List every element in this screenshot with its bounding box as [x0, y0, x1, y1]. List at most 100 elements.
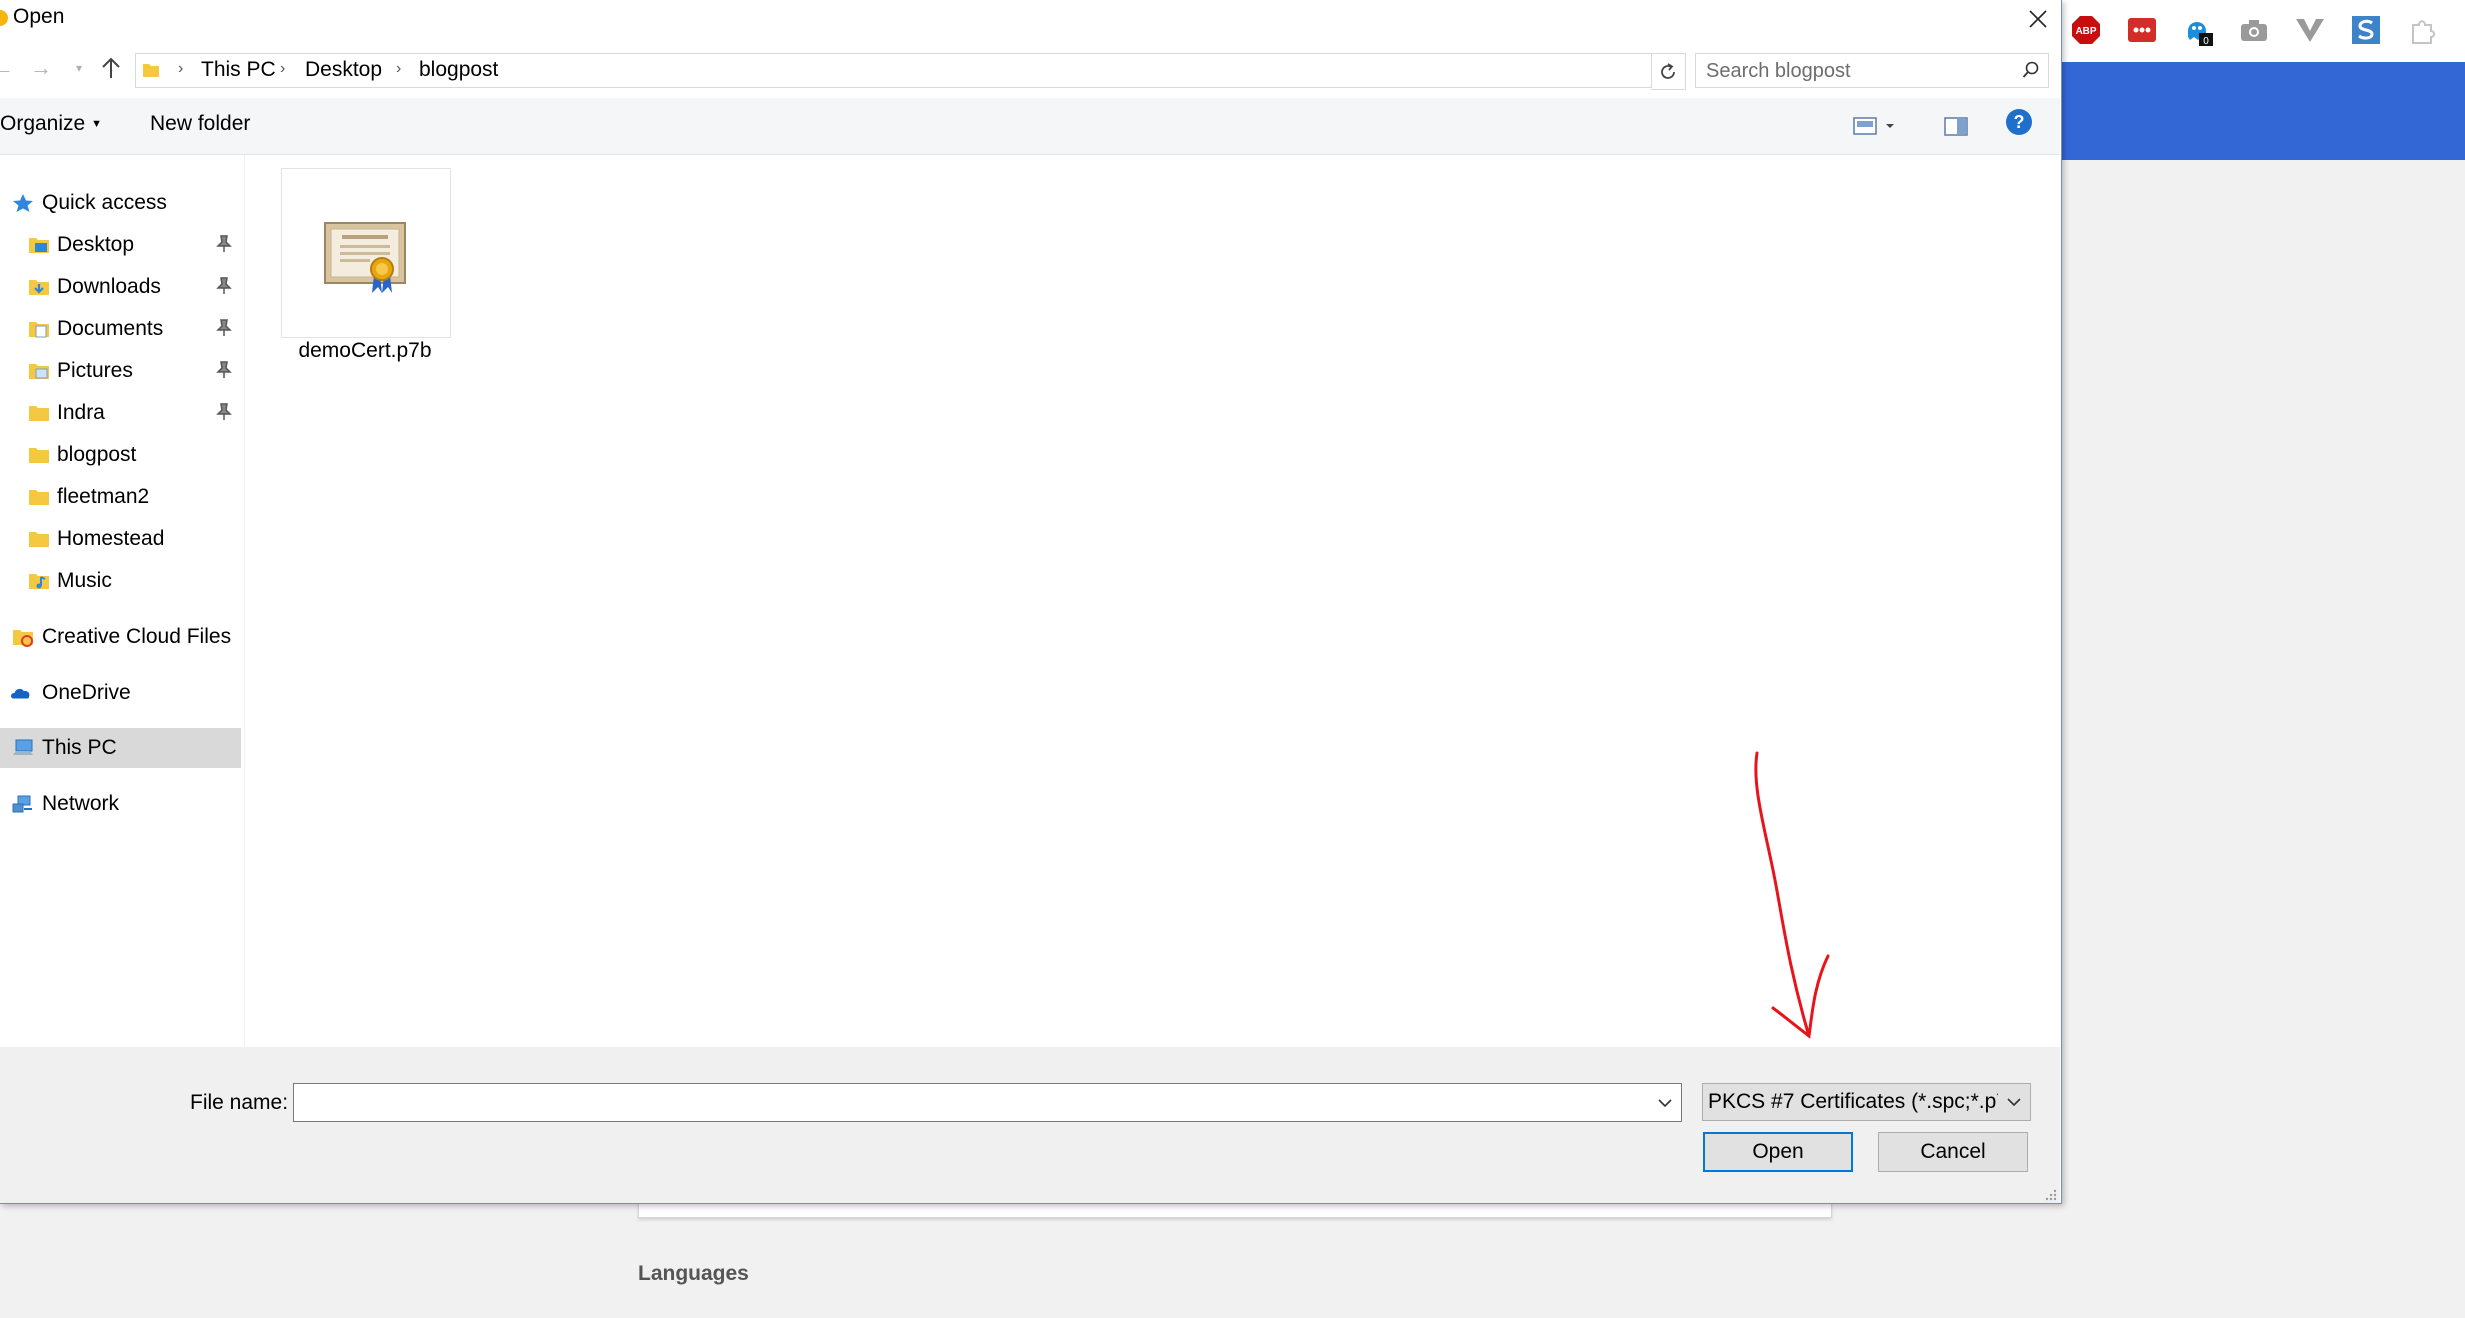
app-icon [0, 10, 8, 26]
nav-desktop[interactable]: Desktop [0, 225, 240, 265]
up-button[interactable] [98, 52, 124, 84]
nav-blogpost[interactable]: blogpost [0, 435, 240, 475]
chevron-right-icon: › [178, 60, 184, 77]
pin-icon [216, 361, 232, 378]
open-button[interactable]: Open [1703, 1132, 1853, 1172]
organize-button[interactable]: Organize ▼ [0, 112, 102, 136]
camera-icon[interactable] [2238, 14, 2270, 46]
pin-icon [216, 319, 232, 336]
breadcrumb-this-pc[interactable]: This PC [201, 58, 276, 82]
nav-label: Pictures [57, 359, 133, 382]
file-type-select[interactable]: PKCS #7 Certificates (*.spc;*.p7b) [1702, 1083, 2031, 1121]
chevron-right-icon: › [280, 60, 286, 77]
creative-cloud-icon [13, 630, 33, 647]
nav-homestead[interactable]: Homestead [0, 519, 240, 559]
up-arrow-icon [102, 57, 120, 78]
languages-heading: Languages [638, 1262, 749, 1285]
file-name-input[interactable] [300, 1084, 1644, 1123]
nav-documents[interactable]: Documents [0, 309, 240, 349]
file-type-value: PKCS #7 Certificates (*.spc;*.p7b) [1708, 1090, 1998, 1113]
skype-s-icon[interactable] [2350, 14, 2382, 46]
vue-devtools-icon[interactable] [2294, 14, 2326, 46]
file-name-label: File name: [190, 1091, 289, 1114]
puzzle-extension-icon[interactable] [2406, 14, 2438, 46]
nav-label: Creative Cloud Files [42, 625, 232, 648]
search-input[interactable] [1704, 54, 2008, 89]
address-bar[interactable]: › This PC › Desktop › blogpost [135, 53, 1779, 88]
nav-label: Downloads [57, 275, 161, 298]
music-folder-icon [29, 574, 49, 589]
nav-indra[interactable]: Indra [0, 393, 240, 433]
chevron-down-icon: ▾ [75, 61, 83, 75]
breadcrumb-desktop[interactable]: Desktop [305, 58, 382, 82]
downloads-folder-icon [29, 280, 49, 295]
help-button[interactable]: ? [2006, 109, 2032, 135]
file-type-dropdown-button[interactable] [2001, 1084, 2027, 1120]
folder-icon [143, 64, 159, 77]
help-icon: ? [2013, 111, 2025, 132]
nav-network[interactable]: Network [0, 784, 240, 824]
dialog-footer: File name: PKCS #7 Certificates (*.spc;*… [0, 1047, 2060, 1203]
back-button[interactable]: ← [0, 52, 16, 84]
nav-fleetman2[interactable]: fleetman2 [0, 477, 240, 517]
dialog-titlebar[interactable]: Open [0, 0, 2061, 40]
chevron-down-icon: ▼ [91, 118, 102, 130]
desktop-folder-icon [29, 238, 49, 253]
close-button[interactable] [2015, 0, 2061, 38]
refresh-button[interactable] [1651, 53, 1686, 90]
dialog-title: Open [13, 5, 65, 28]
resize-grip-icon[interactable] [2043, 1187, 2057, 1201]
onedrive-cloud-icon [11, 688, 30, 699]
adblock-plus-icon[interactable]: ABP [2070, 14, 2102, 46]
search-icon [2022, 61, 2039, 78]
ghostery-icon[interactable]: 0 [2182, 14, 2214, 47]
documents-folder-icon [29, 322, 49, 338]
nav-creative-cloud[interactable]: Creative Cloud Files [0, 617, 240, 657]
navigation-pane: Quick access Desktop Downloads Documents… [0, 155, 245, 1047]
browser-page-header [2062, 62, 2465, 160]
star-icon [13, 194, 33, 212]
red-arrow-annotation [1754, 751, 1830, 1039]
change-view-button[interactable] [1852, 112, 1902, 140]
ghostery-badge: 0 [2203, 36, 2209, 47]
certificate-icon [324, 222, 406, 293]
browser-extension-bar: ABP 0 [2062, 0, 2465, 62]
forward-button[interactable]: → [28, 52, 54, 84]
preview-pane-icon [1944, 117, 1968, 136]
nav-label: Indra [57, 401, 105, 424]
nav-label: blogpost [57, 443, 137, 466]
chevron-down-icon [2007, 1098, 2021, 1107]
file-item[interactable] [281, 168, 451, 338]
nav-label: Desktop [57, 233, 135, 256]
chevron-right-icon: › [396, 60, 402, 77]
preview-pane-button[interactable] [1942, 112, 1972, 140]
new-folder-button[interactable]: New folder [150, 112, 250, 136]
file-name-label[interactable]: demoCert.p7b [262, 339, 468, 363]
pin-icon [216, 403, 232, 420]
folder-icon [29, 532, 49, 547]
cancel-button[interactable]: Cancel [1878, 1132, 2028, 1172]
nav-pictures[interactable]: Pictures [0, 351, 240, 391]
folder-icon [29, 490, 49, 505]
nav-onedrive[interactable]: OneDrive [0, 673, 240, 713]
nav-label: Network [42, 792, 120, 815]
folder-icon [29, 406, 49, 421]
nav-label: fleetman2 [57, 485, 150, 508]
file-name-dropdown-button[interactable] [1650, 1084, 1680, 1121]
nav-quick-access[interactable]: Quick access [0, 183, 240, 223]
recent-locations-button[interactable]: ▾ [66, 52, 92, 84]
nav-this-pc[interactable]: This PC [0, 728, 241, 768]
breadcrumb-blogpost[interactable]: blogpost [419, 58, 498, 82]
adblock-label: ABP [2075, 26, 2096, 37]
folder-icon [29, 448, 49, 463]
chevron-down-icon [1658, 1098, 1672, 1107]
pictures-folder-icon [29, 364, 49, 379]
close-icon [2029, 10, 2047, 28]
nav-music[interactable]: Music [0, 561, 240, 601]
search-box[interactable] [1695, 53, 2049, 89]
forward-arrow-icon: → [30, 55, 52, 80]
nav-downloads[interactable]: Downloads [0, 267, 240, 307]
network-icon [12, 795, 32, 813]
lastpass-icon[interactable] [2126, 14, 2158, 46]
file-name-combobox[interactable] [293, 1083, 1682, 1123]
